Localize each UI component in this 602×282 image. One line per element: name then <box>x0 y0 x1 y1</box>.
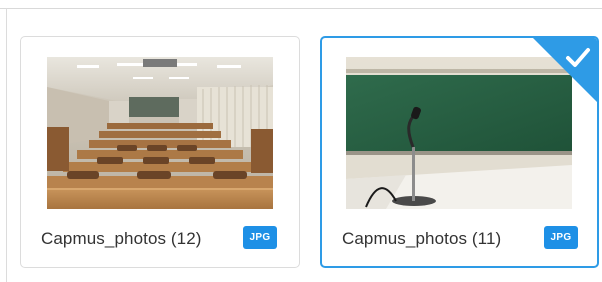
top-divider <box>0 8 602 9</box>
photo-card[interactable]: Capmus_photos (12) JPG <box>20 36 300 268</box>
left-divider <box>6 8 7 282</box>
checkmark-icon <box>566 48 590 67</box>
lecture-hall-thumbnail[interactable] <box>47 57 273 209</box>
format-badge: JPG <box>243 226 277 249</box>
format-badge: JPG <box>544 226 578 249</box>
photo-card-selected[interactable]: Capmus_photos (11) JPG <box>320 36 599 268</box>
photo-title: Capmus_photos (11) <box>342 229 502 248</box>
lecture-hall-image <box>47 57 273 209</box>
photo-grid: Capmus_photos (12) JPG Capmus_photos (11… <box>0 0 602 282</box>
photo-title: Capmus_photos (12) <box>41 229 202 248</box>
